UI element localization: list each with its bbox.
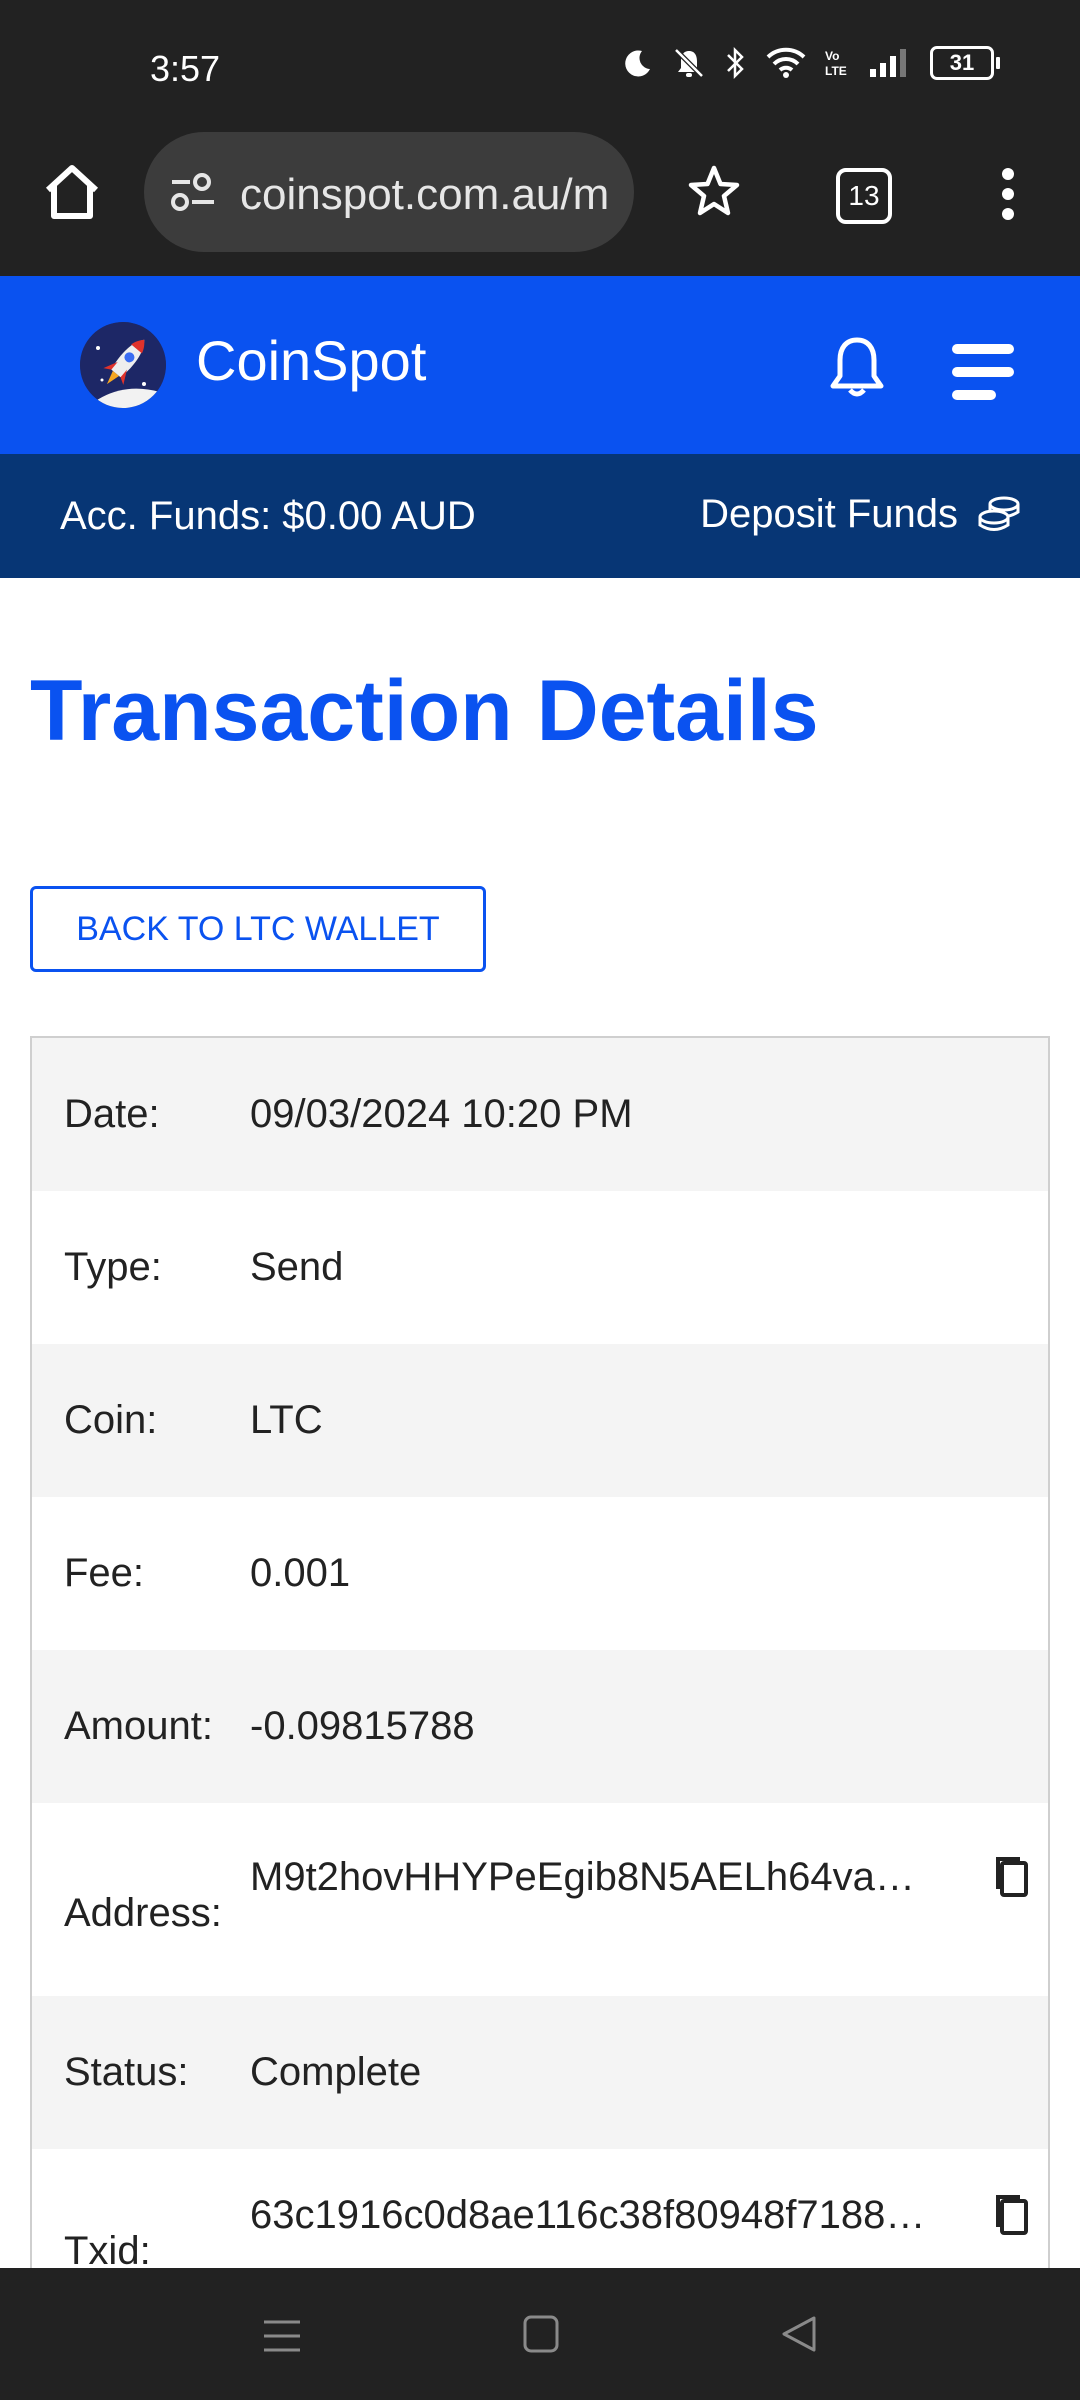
transaction-details-table: Date: 09/03/2024 10:20 PM Type: Send Coi… [30, 1036, 1050, 2268]
copy-txid-icon[interactable] [994, 2193, 1030, 2237]
account-funds: Acc. Funds: $0.00 AUD [60, 494, 476, 538]
txid-label: Txid: [64, 2229, 151, 2268]
type-value: Send [250, 1245, 344, 1289]
status-label: Status: [64, 2050, 189, 2094]
svg-text:LTE: LTE [825, 64, 847, 78]
rocket-icon [80, 322, 166, 408]
amount-label: Amount: [64, 1704, 213, 1748]
detail-row-status: Status: Complete [32, 1996, 1048, 2149]
status-bar: 3:57 Vo LTE 31 [0, 0, 1080, 140]
coin-label: Coin: [64, 1398, 158, 1442]
amount-value: -0.09815788 [250, 1704, 475, 1748]
copy-address-icon[interactable] [994, 1855, 1030, 1899]
site-header: CoinSpot [0, 276, 1080, 454]
tab-switcher-button[interactable]: 13 [836, 168, 892, 224]
moon-icon [625, 50, 650, 77]
volte-icon: VoLTE [825, 49, 847, 78]
detail-row-coin: Coin: LTC [32, 1344, 1048, 1497]
home-icon[interactable] [40, 160, 104, 224]
detail-row-type: Type: Send [32, 1191, 1048, 1344]
bell-off-icon [674, 48, 704, 78]
fee-value: 0.001 [250, 1551, 351, 1595]
detail-row-date: Date: 09/03/2024 10:20 PM [32, 1038, 1048, 1191]
txid-value: 63c1916c0d8ae116c38f80948f7188b... [250, 2193, 930, 2237]
date-label: Date: [64, 1092, 160, 1136]
type-label: Type: [64, 1245, 162, 1289]
funds-bar: Acc. Funds: $0.00 AUD Deposit Funds [0, 454, 1080, 578]
brand-name[interactable]: CoinSpot [196, 328, 426, 393]
battery-icon: 31 [930, 46, 1000, 80]
coins-icon [978, 496, 1020, 531]
status-value: Complete [250, 2050, 422, 2094]
fee-label: Fee: [64, 1551, 145, 1595]
detail-row-address: Address: M9t2hovHHYPeEgib8N5AELh64va8... [32, 1803, 1048, 1996]
detail-row-amount: Amount: -0.09815788 [32, 1650, 1048, 1803]
home-nav-icon[interactable] [522, 2314, 560, 2354]
hamburger-menu-icon[interactable] [952, 344, 1014, 413]
deposit-funds-label: Deposit Funds [700, 492, 958, 536]
bookmark-star-icon[interactable] [684, 162, 744, 222]
recent-apps-icon[interactable] [262, 2318, 302, 2354]
address-value: M9t2hovHHYPeEgib8N5AELh64va8... [250, 1855, 930, 1899]
more-options-icon[interactable] [990, 164, 1026, 224]
address-label: Address: [64, 1891, 222, 1935]
date-value: 09/03/2024 10:20 PM [250, 1092, 633, 1136]
battery-level: 31 [930, 46, 994, 80]
browser-toolbar: coinspot.com.au/m 13 [0, 120, 1080, 276]
bluetooth-icon [727, 46, 744, 80]
system-navigation-bar [0, 2268, 1080, 2400]
back-nav-icon[interactable] [780, 2314, 818, 2354]
detail-row-fee: Fee: 0.001 [32, 1497, 1048, 1650]
detail-row-txid: Txid: 63c1916c0d8ae116c38f80948f7188b... [32, 2149, 1048, 2268]
status-icons: Vo LTE 31 [622, 46, 1000, 80]
signal-icon [870, 49, 906, 77]
url-text: coinspot.com.au/m [240, 170, 610, 219]
notification-bell-icon[interactable] [826, 334, 888, 400]
address-bar[interactable]: coinspot.com.au/m [144, 132, 634, 252]
coin-value: LTC [250, 1398, 323, 1442]
svg-text:Vo: Vo [825, 49, 839, 63]
page-title: Transaction Details [30, 663, 819, 759]
wifi-icon [766, 47, 806, 78]
back-to-wallet-button[interactable]: BACK TO LTC WALLET [30, 886, 486, 972]
deposit-funds-link[interactable]: Deposit Funds [700, 492, 1022, 537]
site-settings-icon[interactable] [168, 170, 218, 214]
status-time: 3:57 [150, 48, 221, 89]
coinspot-logo[interactable] [80, 322, 166, 408]
